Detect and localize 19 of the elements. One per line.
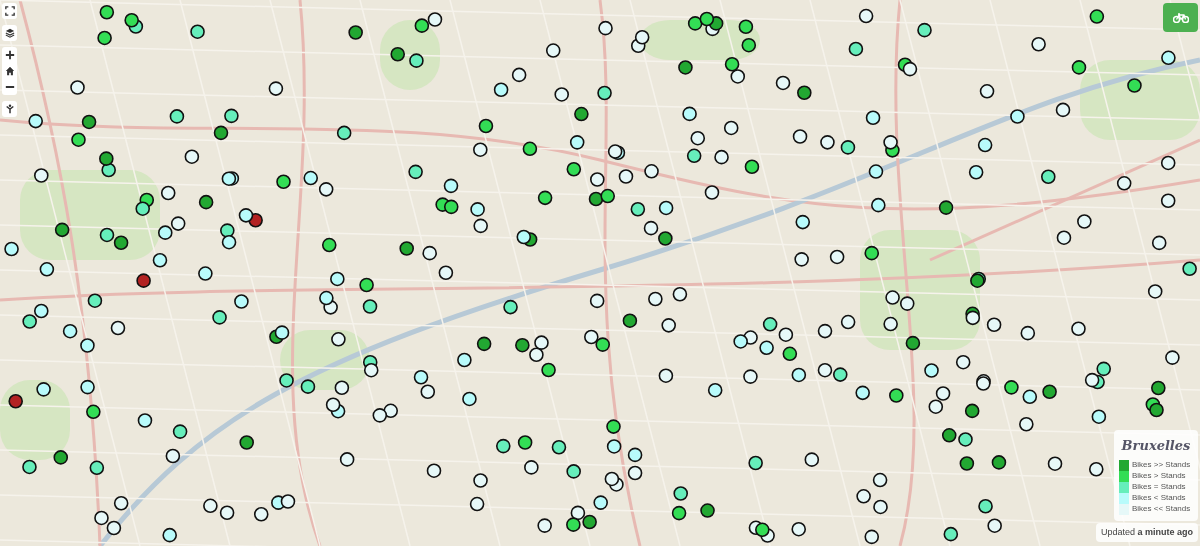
fullscreen-button[interactable] — [2, 3, 17, 19]
zoom-in-button[interactable] — [2, 47, 17, 63]
person-icon — [4, 104, 15, 114]
legend-title: Bruxelles — [1120, 437, 1192, 455]
layers-icon — [4, 28, 15, 38]
legend-label: Bikes > Stands — [1132, 470, 1186, 482]
home-icon — [4, 66, 15, 76]
fullscreen-icon — [4, 6, 15, 16]
legend-label: Bikes = Stands — [1132, 481, 1186, 493]
bicycle-icon — [1172, 12, 1189, 23]
zoom-out-button[interactable] — [2, 79, 17, 95]
layers-button[interactable] — [2, 25, 17, 41]
legend-label: Bikes < Stands — [1132, 492, 1186, 504]
bike-button[interactable] — [1163, 3, 1198, 32]
zoom-in-icon — [4, 50, 15, 60]
legend-label: Bikes << Stands — [1132, 503, 1191, 515]
update-status: Updated a minute ago — [1095, 522, 1198, 542]
legend-label: Bikes >> Stands — [1132, 459, 1191, 471]
locate-button[interactable] — [2, 101, 17, 117]
